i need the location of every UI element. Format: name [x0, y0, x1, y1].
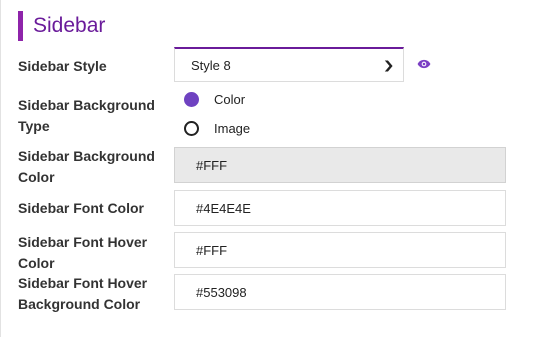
accent-bar [18, 11, 23, 41]
font-color-field[interactable]: #4E4E4E [174, 190, 506, 226]
chevron-down-icon: ❯ [382, 59, 395, 72]
radio-color-label: Color [214, 92, 246, 107]
font-hover-bg-color-label: Sidebar Font Hover Background Color [18, 275, 148, 312]
font-hover-color-field[interactable]: #FFF [174, 232, 506, 268]
sidebar-style-select[interactable]: Style 8 ❯ [174, 47, 404, 82]
font-hover-bg-color-field[interactable]: #553098 [174, 274, 506, 310]
left-border [0, 0, 1, 337]
font-hover-color-label: Sidebar Font Hover Color [18, 234, 148, 271]
font-color-label: Sidebar Font Color [18, 200, 144, 216]
radio-color[interactable] [184, 92, 199, 107]
radio-image[interactable] [184, 121, 199, 136]
sidebar-style-value: Style 8 [191, 57, 231, 73]
background-type-label: Sidebar Background Type [18, 97, 155, 134]
eye-icon[interactable] [417, 57, 431, 71]
sidebar-style-label: Sidebar Style [18, 58, 107, 74]
background-color-field[interactable]: #FFF [174, 147, 506, 183]
background-color-label: Sidebar Background Color [18, 148, 155, 185]
section-header: Sidebar [18, 10, 105, 42]
radio-image-label: Image [214, 121, 251, 136]
section-title: Sidebar [33, 14, 106, 37]
